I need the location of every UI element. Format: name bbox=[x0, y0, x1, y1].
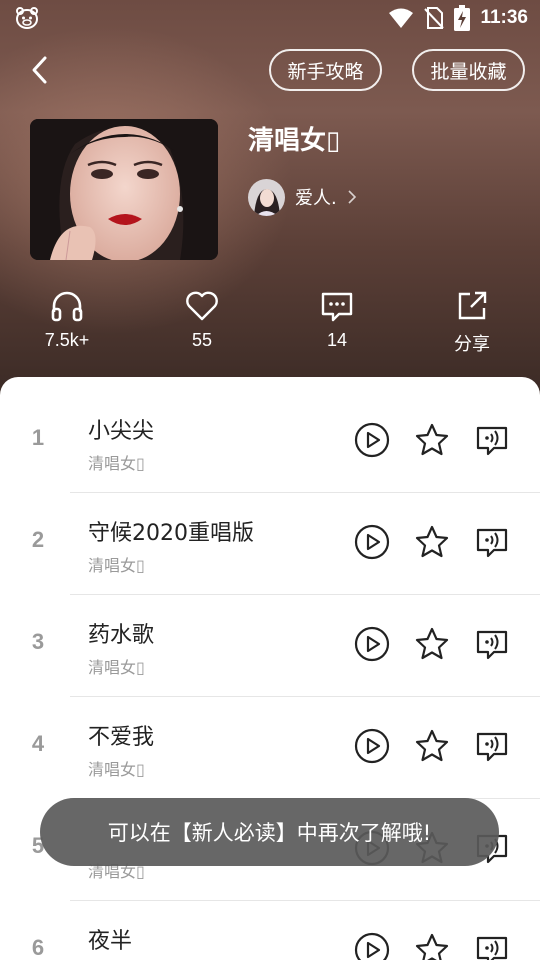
toast-message: 可以在【新人必读】中再次了解哦! bbox=[40, 798, 499, 866]
song-artist: 清唱女▯ bbox=[88, 658, 145, 677]
ringtone-icon[interactable] bbox=[474, 422, 510, 458]
comment-count-value: 14 bbox=[326, 330, 348, 350]
song-list: 1 小尖尖 清唱女▯ 2 守候2020重唱版 清唱女▯ 3 药水歌 清唱女▯ 4… bbox=[0, 377, 540, 960]
song-title: 守候2020重唱版 bbox=[88, 521, 254, 546]
song-row[interactable]: 2 守候2020重唱版 清唱女▯ bbox=[0, 493, 540, 595]
back-button[interactable] bbox=[26, 54, 56, 86]
song-row[interactable]: 6 夜半 bbox=[0, 901, 540, 960]
song-title: 小尖尖 bbox=[88, 419, 155, 444]
ringtone-icon[interactable] bbox=[474, 626, 510, 662]
wifi-icon bbox=[389, 8, 414, 28]
status-bar: 11:36 bbox=[0, 0, 540, 36]
song-title: 药水歌 bbox=[88, 623, 155, 648]
song-artist: 清唱女▯ bbox=[88, 760, 145, 779]
avatar bbox=[248, 178, 285, 216]
star-icon[interactable] bbox=[414, 932, 450, 960]
song-title: 不爱我 bbox=[88, 725, 155, 750]
play-circle-icon[interactable] bbox=[354, 524, 390, 560]
song-row[interactable]: 4 不爱我 清唱女▯ bbox=[0, 697, 540, 799]
playlist-title: 清唱女▯ bbox=[248, 126, 341, 156]
play-circle-icon[interactable] bbox=[354, 932, 390, 960]
song-index: 3 bbox=[31, 629, 45, 654]
star-icon[interactable] bbox=[414, 524, 450, 560]
comment-icon bbox=[321, 292, 353, 322]
song-index: 2 bbox=[31, 527, 45, 552]
song-artist: 清唱女▯ bbox=[88, 454, 145, 473]
share-label: 分享 bbox=[454, 334, 490, 354]
star-icon[interactable] bbox=[414, 728, 450, 764]
song-artist: 清唱女▯ bbox=[88, 556, 145, 575]
play-circle-icon[interactable] bbox=[354, 422, 390, 458]
comment-button[interactable]: 14 bbox=[282, 288, 392, 351]
share-button[interactable]: 分享 bbox=[417, 288, 527, 356]
song-index: 1 bbox=[31, 425, 45, 450]
song-row[interactable]: 3 药水歌 清唱女▯ bbox=[0, 595, 540, 697]
listen-count: 7.5k+ bbox=[12, 288, 122, 351]
no-sim-icon bbox=[424, 7, 445, 29]
playlist-cover-image[interactable] bbox=[30, 119, 218, 260]
share-icon bbox=[458, 291, 487, 320]
song-index: 4 bbox=[31, 731, 45, 756]
play-circle-icon[interactable] bbox=[354, 626, 390, 662]
song-index: 6 bbox=[31, 935, 45, 960]
batch-collect-button[interactable]: 批量收藏 bbox=[412, 49, 525, 91]
battery-charging-icon bbox=[454, 5, 471, 31]
song-title: 夜半 bbox=[88, 929, 133, 954]
app-mascot-icon bbox=[16, 7, 38, 29]
heart-icon bbox=[186, 291, 218, 321]
ringtone-icon[interactable] bbox=[474, 728, 510, 764]
song-row[interactable]: 1 小尖尖 清唱女▯ bbox=[0, 391, 540, 493]
like-count-value: 55 bbox=[191, 330, 213, 350]
listen-count-value: 7.5k+ bbox=[44, 330, 90, 350]
star-icon[interactable] bbox=[414, 626, 450, 662]
creator-link[interactable]: 爱人. bbox=[248, 178, 357, 216]
star-icon[interactable] bbox=[414, 422, 450, 458]
play-circle-icon[interactable] bbox=[354, 728, 390, 764]
like-button[interactable]: 55 bbox=[147, 288, 257, 351]
beginner-guide-button[interactable]: 新手攻略 bbox=[269, 49, 382, 91]
headphones-icon bbox=[51, 291, 83, 322]
ringtone-icon[interactable] bbox=[474, 932, 510, 960]
chevron-right-icon bbox=[348, 190, 356, 204]
creator-name: 爱人. bbox=[295, 188, 337, 209]
status-time: 11:36 bbox=[480, 7, 528, 28]
ringtone-icon[interactable] bbox=[474, 524, 510, 560]
